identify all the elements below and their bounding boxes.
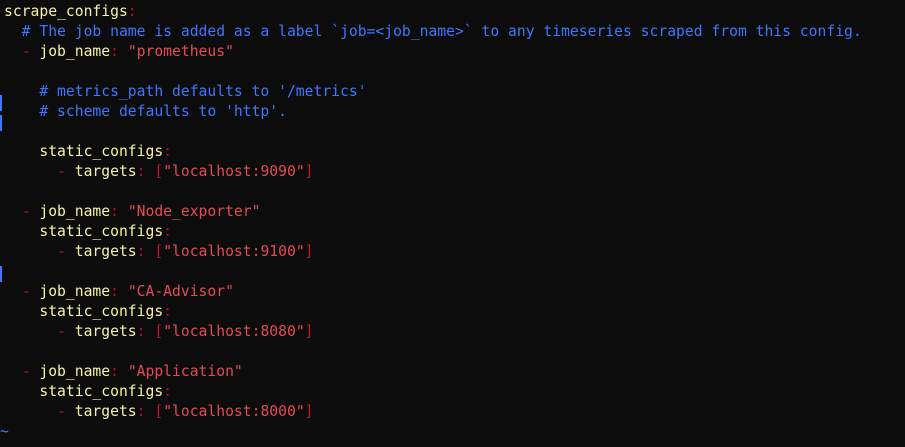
code-token-punct: : [136,243,146,260]
code-token-punct: : [127,3,137,20]
code-token-punct: : [136,163,146,180]
scroll-marker [0,95,2,111]
code-token-key [4,283,22,300]
code-line[interactable]: - job_name: "CA-Advisor" [4,282,862,302]
code-token-key [4,43,22,60]
code-token-punct: : [163,383,173,400]
code-token-string: "localhost:8080" [163,323,305,340]
code-token-punct: - [57,403,66,420]
code-line[interactable] [4,122,862,142]
code-token-string: "localhost:9100" [163,243,305,260]
code-token-punct: - [57,323,66,340]
code-token-key [119,363,128,380]
code-token-punct: : [110,363,119,380]
code-token-punct: ] [304,243,314,260]
code-token-string: "localhost:8000" [163,403,305,420]
code-token-punct: : [163,143,173,160]
code-line[interactable]: - targets: ["localhost:9100"] [4,242,862,262]
code-token-key [4,243,57,260]
code-token-key [119,283,128,300]
code-token-comment: # metrics_path defaults to '/metrics' [4,83,367,100]
code-line[interactable]: # The job name is added as a label `job=… [4,22,862,42]
scroll-marker [0,115,2,131]
code-token-punct: - [21,283,31,300]
code-token-punct: - [21,363,31,380]
code-token-key [4,363,22,380]
code-token-key: targets [65,403,137,420]
code-token-punct: [ [154,323,164,340]
code-token-key [4,323,57,340]
code-token-key [4,163,57,180]
code-line[interactable] [4,342,862,362]
code-line[interactable]: - targets: ["localhost:8000"] [4,402,862,422]
code-token-string: "prometheus" [127,43,234,60]
code-token-key [4,403,57,420]
code-line[interactable] [4,62,862,82]
code-token-punct: : [136,323,146,340]
code-line[interactable]: scrape_configs: [4,2,862,22]
code-token-punct: - [21,203,31,220]
code-token-punct: : [163,303,173,320]
code-token-string: "Node_exporter" [127,203,261,220]
code-token-punct: ] [304,403,314,420]
code-token-key [119,203,128,220]
code-line[interactable]: static_configs: [4,142,862,162]
code-line[interactable]: static_configs: [4,382,862,402]
code-token-punct: ] [304,163,314,180]
code-token-punct: ] [304,323,314,340]
code-line[interactable] [4,182,862,202]
code-line[interactable]: - job_name: "Node_exporter" [4,202,862,222]
code-line[interactable]: # scheme defaults to 'http'. [4,102,862,122]
code-token-key: job_name [30,43,111,60]
code-line[interactable]: # metrics_path defaults to '/metrics' [4,82,862,102]
code-line[interactable]: - targets: ["localhost:8080"] [4,322,862,342]
code-token-key: targets [65,163,137,180]
code-line[interactable] [4,262,862,282]
code-token-key [119,43,128,60]
code-token-punct: : [110,43,119,60]
scroll-marker [0,266,2,282]
code-token-key: static_configs [4,383,164,400]
code-token-key: static_configs [4,143,164,160]
code-token-key: scrape_configs [4,3,128,20]
code-token-comment: # scheme defaults to 'http'. [4,103,287,120]
code-token-key: targets [65,243,137,260]
code-token-punct: [ [154,243,164,260]
code-token-string: "CA-Advisor" [127,283,234,300]
code-line[interactable]: static_configs: [4,222,862,242]
code-token-key: static_configs [4,223,164,240]
code-line[interactable]: - job_name: "Application" [4,362,862,382]
code-token-punct: [ [154,403,164,420]
code-token-string: "Application" [127,363,243,380]
code-token-key: targets [65,323,137,340]
code-token-punct: : [136,403,146,420]
code-token-key [4,203,22,220]
code-token-key: job_name [30,203,111,220]
code-line[interactable]: - targets: ["localhost:9090"] [4,162,862,182]
code-token-string: "localhost:9090" [163,163,305,180]
code-token-punct: : [110,203,119,220]
code-content[interactable]: scrape_configs: # The job name is added … [4,2,862,422]
code-token-comment: # The job name is added as a label `job=… [4,23,862,40]
code-token-punct: : [163,223,173,240]
code-token-punct: : [110,283,119,300]
terminal-editor[interactable]: scrape_configs: # The job name is added … [0,0,905,447]
code-token-punct: - [57,163,66,180]
code-token-key: job_name [30,363,111,380]
code-token-punct: - [21,43,31,60]
code-line[interactable]: static_configs: [4,302,862,322]
code-token-key: job_name [30,283,111,300]
code-token-punct: [ [154,163,164,180]
code-token-punct: - [57,243,66,260]
empty-line-marker: ~ [0,423,9,440]
code-line[interactable]: - job_name: "prometheus" [4,42,862,62]
code-token-key: static_configs [4,303,164,320]
